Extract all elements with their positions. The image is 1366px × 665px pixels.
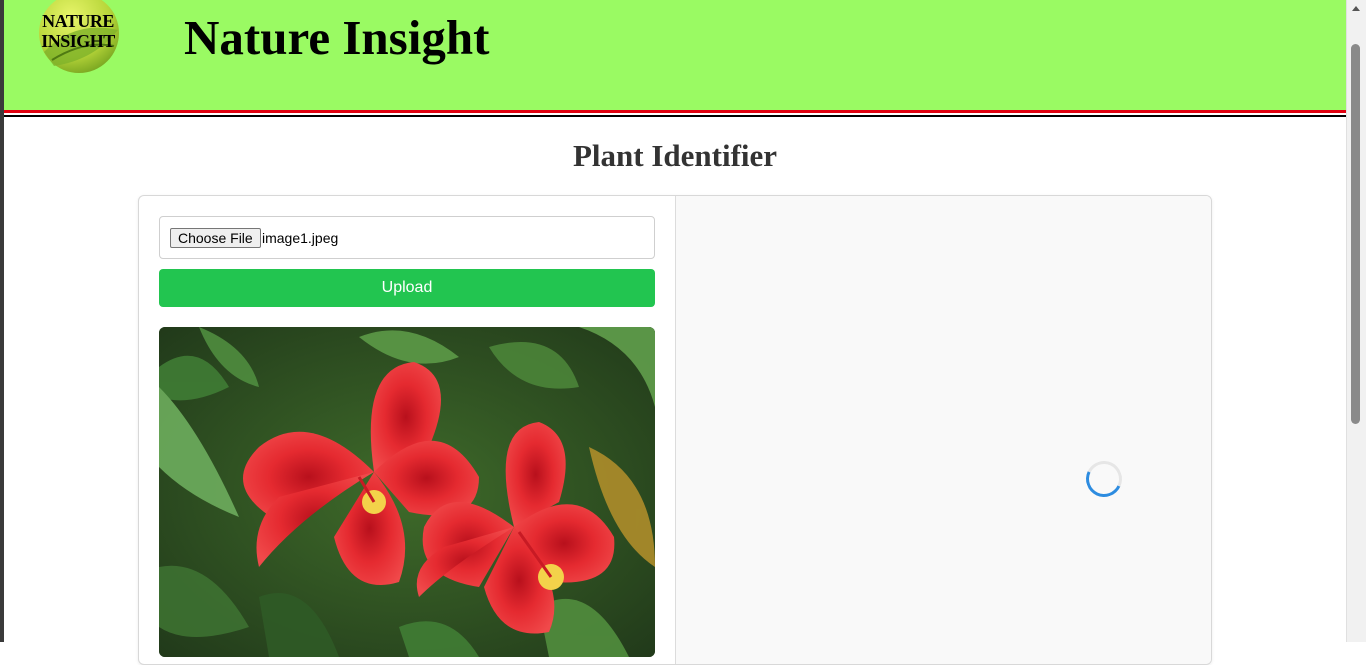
header-rule-black — [4, 115, 1346, 117]
logo-text: NATURE INSIGHT — [38, 11, 118, 51]
logo-text-line1: NATURE — [42, 11, 114, 31]
scrollbar-thumb[interactable] — [1351, 44, 1360, 424]
selected-file-name: image1.jpeg — [262, 230, 339, 246]
upload-panel: Choose File image1.jpeg Upload — [139, 196, 676, 664]
hibiscus-photo-icon — [159, 327, 655, 657]
scroll-up-arrow-icon[interactable] — [1352, 6, 1360, 11]
upload-button[interactable]: Upload — [159, 269, 655, 307]
loading-spinner-icon — [1080, 455, 1128, 503]
identifier-card: Choose File image1.jpeg Upload — [138, 195, 1212, 665]
site-title: Nature Insight — [184, 10, 490, 65]
page-title: Plant Identifier — [572, 138, 778, 173]
results-panel — [676, 196, 1211, 664]
logo-text-line2: INSIGHT — [41, 31, 115, 51]
choose-file-button[interactable]: Choose File — [170, 228, 261, 248]
image-preview — [159, 327, 655, 657]
file-input[interactable]: Choose File image1.jpeg — [159, 216, 655, 259]
